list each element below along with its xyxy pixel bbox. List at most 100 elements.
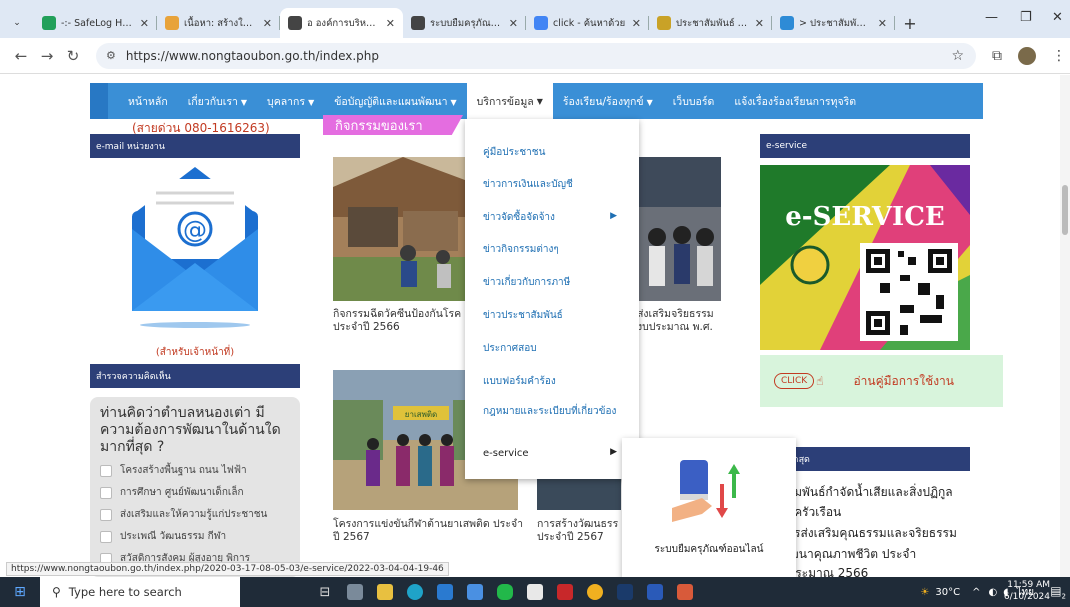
pen-app-icon[interactable] [460, 577, 490, 607]
browser-tab[interactable]: เนื้อหา: สร้างใหม่ - ✕ [157, 8, 280, 38]
dropdown-item-citizen-manual[interactable]: คู่มือประชาชน [483, 146, 623, 159]
close-tab-icon[interactable]: ✕ [140, 17, 149, 30]
dropdown-item-eservice[interactable]: e-service [483, 447, 623, 460]
survey-checkbox[interactable] [100, 530, 112, 543]
dropdown-item-exam-announcement[interactable]: ประกาศสอบ [483, 342, 623, 355]
browser-tab[interactable]: > ประชาสัมพันธ์ก ✕ [772, 8, 895, 38]
activity-caption-1[interactable]: กิจกรรมฉีดวัคซีนป้องกันโรค ประจำปี 2566 [333, 308, 473, 334]
site-info-icon[interactable]: ⚙ [106, 49, 116, 62]
url-input[interactable]: ⚙ https://www.nongtaoubon.go.th/index.ph… [96, 42, 976, 69]
store-app-icon[interactable] [520, 577, 550, 607]
new-tab-button[interactable]: + [895, 8, 925, 38]
close-tab-icon[interactable]: ✕ [755, 17, 764, 30]
for-staff-link[interactable]: (สำหรับเจ้าหน้าที่) [90, 345, 300, 360]
menu-complaints[interactable]: ร้องเรียน/ร้องทุกข์ ▼ [553, 93, 663, 110]
caret-down-icon: ▼ [450, 97, 457, 107]
tab-title: > ประชาสัมพันธ์ก [799, 17, 872, 29]
line-app-icon[interactable] [490, 577, 520, 607]
edge-icon[interactable] [400, 577, 430, 607]
taskbar-search-input[interactable]: ⚲ Type here to search [40, 577, 240, 607]
browser-tab[interactable]: -:- SafeLog Hot: ✕ [34, 8, 157, 38]
submenu-arrow-icon: ▶ [610, 211, 617, 221]
close-tab-icon[interactable]: ✕ [632, 17, 641, 30]
activity-caption-2[interactable]: ส่งเสริมจริยธรรม งบประมาณ พ.ศ. [637, 308, 721, 334]
dropdown-item-request-forms[interactable]: แบบฟอร์มคำร้อง [483, 375, 623, 388]
dropdown-item-activities-news[interactable]: ข่าวกิจกรรมต่างๆ [483, 243, 623, 256]
menu-personnel[interactable]: บุคลากร ▼ [257, 93, 324, 110]
word-icon[interactable] [640, 577, 670, 607]
close-window-button[interactable]: ✕ [1052, 10, 1063, 25]
calculator-app-icon[interactable] [340, 577, 370, 607]
file-explorer-icon[interactable] [370, 577, 400, 607]
back-icon[interactable]: ← [8, 47, 34, 65]
survey-option[interactable]: ประเพณี วัฒนธรรม กีฬา [100, 529, 290, 544]
news-item[interactable]: าสัมพันธ์กำจัดน้ำเสียและสิ่งปฏิกูล [780, 485, 953, 500]
vaccine-activity-photo[interactable] [333, 157, 473, 301]
survey-option[interactable]: ส่งเสริมและให้ความรู้แก่ประชาชน [100, 507, 290, 522]
minimize-button[interactable]: — [985, 10, 998, 25]
news-item[interactable]: การส่งเสริมคุณธรรมและจริยธรรม [780, 526, 957, 541]
restore-button[interactable]: ❐ [1020, 10, 1032, 25]
tab-favicon [165, 16, 179, 30]
dropdown-item-finance-news[interactable]: ข่าวการเงินและบัญชี [483, 178, 623, 191]
app-icon[interactable] [670, 577, 700, 607]
menu-home[interactable]: หน้าหลัก [118, 93, 178, 110]
survey-checkbox[interactable] [100, 508, 112, 521]
windows-start-icon[interactable]: ⊞ [0, 584, 40, 600]
menu-info-services[interactable]: บริการข้อมูล ▼ [466, 83, 553, 119]
filezilla-icon[interactable] [550, 577, 580, 607]
tab-search-button[interactable]: ⌄ [0, 8, 34, 38]
notifications-icon[interactable]: ▤2 [1050, 584, 1066, 600]
dropdown-item-laws[interactable]: กฎหมายและระเบียบที่เกี่ยวข้อง [483, 405, 623, 418]
chrome-icon[interactable] [580, 577, 610, 607]
close-tab-icon[interactable]: ✕ [263, 17, 272, 30]
submenu-arrow-icon: ▶ [610, 447, 617, 457]
caret-down-icon: ▼ [308, 97, 315, 107]
mail-app-icon[interactable] [430, 577, 460, 607]
menu-about[interactable]: เกี่ยวกับเรา ▼ [178, 93, 257, 110]
eservice-banner[interactable]: e-SERVICE [760, 165, 970, 350]
menu-regulations[interactable]: ข้อบัญญัติและแผนพัฒนา ▼ [324, 93, 466, 110]
close-tab-icon[interactable]: ✕ [878, 17, 887, 30]
activity-caption-3[interactable]: โครงการแข่งขันกีฬาต้านยาเสพติด ประจำปี 2… [333, 518, 528, 544]
tray-chevron-icon[interactable]: ^ [972, 587, 980, 598]
survey-option[interactable]: โครงสร้างพื้นฐาน ถนน ไฟฟ้า [100, 463, 290, 478]
scrollbar-thumb[interactable] [1062, 185, 1068, 235]
activity-caption-4[interactable]: การสร้างวัฒนธรร ประจำปี 2567 [537, 518, 621, 544]
dropdown-item-procurement-news[interactable]: ข่าวจัดซื้อจัดจ้าง [483, 211, 623, 224]
taskbar-clock[interactable]: 11:59 AM 6/10/2024 [990, 579, 1050, 603]
extensions-icon[interactable]: ⧉ [992, 48, 1002, 64]
eservice-banner-text: e-SERVICE [785, 202, 944, 232]
survey-checkbox[interactable] [100, 486, 112, 499]
equipment-loan-label: ระบบยืมครุภัณฑ์ออนไลน์ [654, 544, 764, 555]
tab-title: ประชาสัมพันธ์ เรื่อ [676, 17, 749, 29]
menu-corruption-report[interactable]: แจ้งเรื่องร้องเรียนการทุจริต [724, 93, 866, 110]
browser-tab[interactable]: อ องค์การบริหารส่วน ✕ [280, 8, 403, 38]
survey-checkbox[interactable] [100, 464, 112, 477]
email-envelope-icon[interactable]: @ [90, 159, 300, 349]
close-tab-icon[interactable]: ✕ [509, 17, 518, 30]
photoshop-icon[interactable] [610, 577, 640, 607]
browser-tab[interactable]: ประชาสัมพันธ์ เรื่อ ✕ [649, 8, 772, 38]
dropdown-item-tax-news[interactable]: ข่าวเกี่ยวกับการภาษี [483, 276, 623, 289]
bookmark-star-icon[interactable]: ☆ [951, 48, 964, 64]
search-icon: ⚲ [52, 585, 61, 599]
survey-option[interactable]: การศึกษา ศูนย์พัฒนาเด็กเล็ก [100, 485, 290, 500]
dropdown-item-pr-news[interactable]: ข่าวประชาสัมพันธ์ [483, 309, 623, 322]
menu-webboard[interactable]: เว็บบอร์ด [663, 93, 725, 110]
browser-tab[interactable]: ระบบยืมครุภัณฑ์ออ ✕ [403, 8, 526, 38]
news-item[interactable]: พัฒนาคุณภาพชีวิต ประจำ [780, 547, 916, 562]
profile-avatar[interactable] [1018, 46, 1036, 65]
eservice-submenu[interactable]: ระบบยืมครุภัณฑ์ออนไลน์ [622, 438, 796, 577]
ethics-activity-photo[interactable] [637, 157, 721, 301]
browser-tab[interactable]: click - ค้นหาด้วย ✕ [526, 8, 649, 38]
weather-text[interactable]: 30°C [935, 587, 960, 598]
reload-icon[interactable]: ↻ [60, 47, 86, 65]
page-scrollbar[interactable] [1060, 75, 1070, 577]
manual-link[interactable]: CLICK ☝ อ่านคู่มือการใช้งาน [760, 355, 1003, 407]
task-view-icon[interactable]: ⊟ [310, 577, 340, 607]
forward-icon[interactable]: → [34, 47, 60, 65]
menu-kebab-icon[interactable]: ⋮ [1052, 48, 1066, 64]
close-tab-icon[interactable]: ✕ [386, 17, 395, 30]
pointer-hand-icon: ☝ [816, 374, 824, 388]
